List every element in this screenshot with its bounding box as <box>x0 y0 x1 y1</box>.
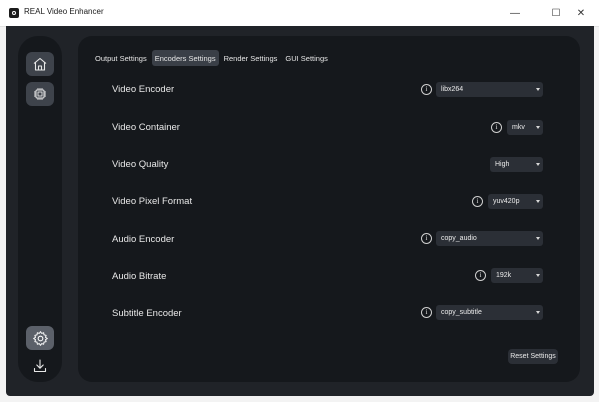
audio-encoder-value: copy_audio <box>441 235 477 242</box>
subtitle-encoder-select[interactable]: copy_subtitle <box>436 305 543 320</box>
audio-bitrate-select[interactable]: 192k <box>491 268 543 283</box>
sidebar-processing-button[interactable] <box>26 82 54 106</box>
audio-bitrate-value: 192k <box>496 272 512 279</box>
gear-icon <box>32 330 48 346</box>
chevron-down-icon <box>536 311 540 314</box>
video-pixel-format-label: Video Pixel Format <box>112 196 193 207</box>
subtitle-encoder-info-icon[interactable]: i <box>421 307 432 318</box>
maximize-button[interactable]: ☐ <box>543 0 569 26</box>
video-quality-select[interactable]: High <box>490 157 543 172</box>
video-container-value: mkv <box>512 124 525 131</box>
minimize-button[interactable]: — <box>502 0 528 26</box>
video-pixel-format-value: yuv420p <box>493 198 520 205</box>
chevron-down-icon <box>536 88 540 91</box>
tab-output-settings[interactable]: Output Settings <box>92 50 150 66</box>
chevron-down-icon <box>536 163 540 166</box>
title-bar: REAL Video Enhancer — ☐ ✕ <box>0 0 599 27</box>
tab-render-settings[interactable]: Render Settings <box>221 50 281 66</box>
video-encoder-label: Video Encoder <box>112 84 175 95</box>
sidebar-home-button[interactable] <box>26 52 54 76</box>
subtitle-encoder-label: Subtitle Encoder <box>112 308 182 319</box>
reset-settings-button[interactable]: Reset Settings <box>508 349 558 364</box>
video-encoder-value: libx264 <box>441 86 464 93</box>
video-container-label: Video Container <box>112 122 180 133</box>
close-button[interactable]: ✕ <box>568 0 594 26</box>
sidebar-download-button[interactable] <box>26 354 54 378</box>
video-pixel-format-info-icon[interactable]: i <box>472 196 483 207</box>
tab-gui-settings[interactable]: GUI Settings <box>282 50 331 66</box>
subtitle-encoder-value: copy_subtitle <box>441 309 482 316</box>
home-icon <box>33 57 47 71</box>
tab-encoders-settings[interactable]: Encoders Settings <box>151 50 219 66</box>
settings-panel: Output Settings Encoders Settings Render… <box>78 36 580 382</box>
main-window: Output Settings Encoders Settings Render… <box>6 26 594 396</box>
app-logo-icon <box>9 8 19 18</box>
video-pixel-format-select[interactable]: yuv420p <box>488 194 543 209</box>
chevron-down-icon <box>536 200 540 203</box>
sidebar-settings-button[interactable] <box>26 326 54 350</box>
download-icon <box>33 359 47 373</box>
chevron-down-icon <box>536 274 540 277</box>
chevron-down-icon <box>536 237 540 240</box>
audio-bitrate-label: Audio Bitrate <box>112 271 167 282</box>
audio-encoder-info-icon[interactable]: i <box>421 233 432 244</box>
audio-bitrate-info-icon[interactable]: i <box>475 270 486 281</box>
audio-encoder-label: Audio Encoder <box>112 234 175 245</box>
chevron-down-icon <box>536 126 540 129</box>
window-title: REAL Video Enhancer <box>24 7 104 16</box>
video-encoder-info-icon[interactable]: i <box>421 84 432 95</box>
video-container-select[interactable]: mkv <box>507 120 543 135</box>
sidebar <box>18 36 62 382</box>
video-quality-label: Video Quality <box>112 159 169 170</box>
video-encoder-select[interactable]: libx264 <box>436 82 543 97</box>
audio-encoder-select[interactable]: copy_audio <box>436 231 543 246</box>
chip-icon <box>34 88 46 100</box>
settings-tabs: Output Settings Encoders Settings Render… <box>92 50 331 66</box>
video-quality-value: High <box>495 161 510 168</box>
video-container-info-icon[interactable]: i <box>491 122 502 133</box>
